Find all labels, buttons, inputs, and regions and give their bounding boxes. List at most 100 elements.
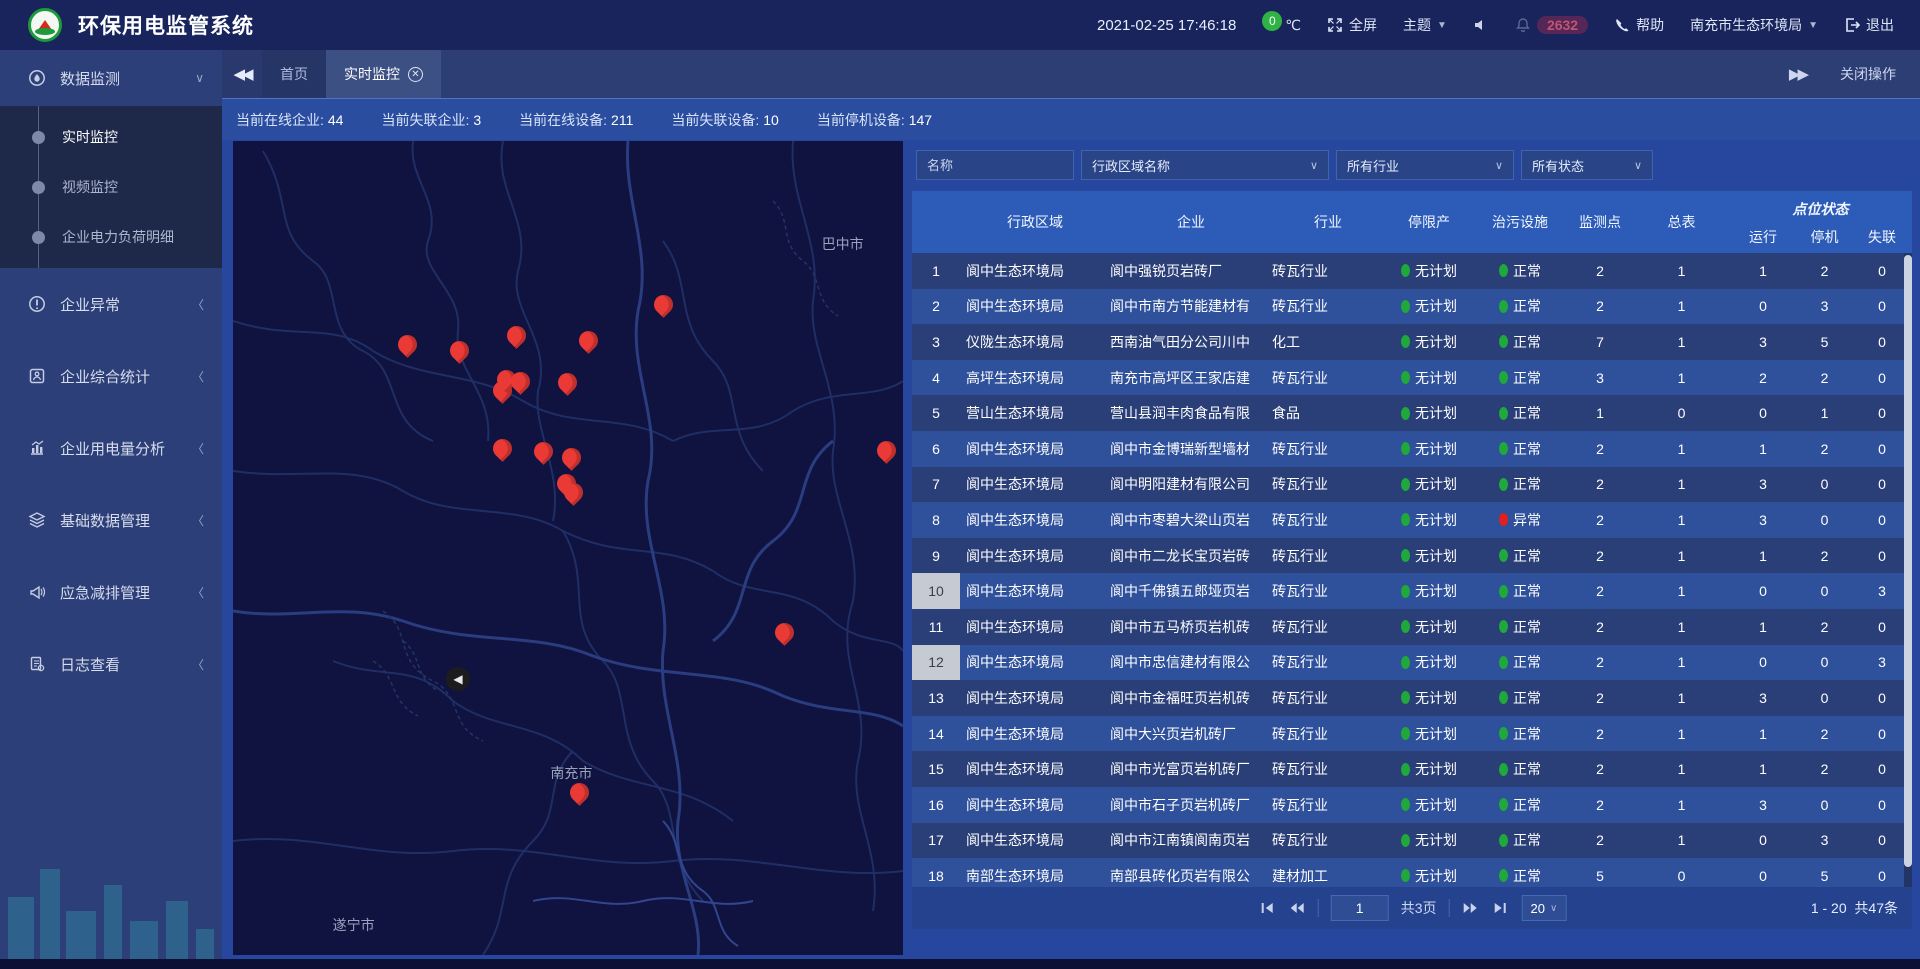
table-row[interactable]: 1阆中生态环境局阆中强锐页岩砖厂砖瓦行业无计划正常21120 bbox=[912, 253, 1912, 289]
chevron-left-icon: 〈 bbox=[192, 296, 204, 313]
table-rows: 1阆中生态环境局阆中强锐页岩砖厂砖瓦行业无计划正常211202阆中生态环境局阆中… bbox=[912, 253, 1912, 887]
sidebar-section-基础数据管理[interactable]: 基础数据管理〈 bbox=[0, 484, 222, 556]
power-analysis-icon bbox=[28, 439, 46, 457]
pagination-bar: 共3页 20∨ 1 - 20 共47条 bbox=[912, 887, 1912, 929]
sidebar-item-企业电力负荷明细[interactable]: 企业电力负荷明细 bbox=[0, 212, 222, 262]
table-row[interactable]: 9阆中生态环境局阆中市二龙长宝页岩砖砖瓦行业无计划正常21120 bbox=[912, 538, 1912, 574]
company-stats-icon bbox=[28, 367, 46, 385]
sidebar-section-日志查看[interactable]: 日志查看〈 bbox=[0, 628, 222, 700]
table-row[interactable]: 13阆中生态环境局阆中市金福旺页岩机砖砖瓦行业无计划正常21300 bbox=[912, 680, 1912, 716]
close-tab-icon[interactable]: ✕ bbox=[408, 67, 423, 82]
status-dot-icon bbox=[1401, 478, 1410, 491]
table-row[interactable]: 15阆中生态环境局阆中市光富页岩机砖厂砖瓦行业无计划正常21120 bbox=[912, 751, 1912, 787]
main-content: 巴中市南充市遂宁市 ◀ 行政区域名称∨ 所有行业∨ 所有状态∨ 行政区域 企业 … bbox=[222, 140, 1920, 969]
status-dot-icon bbox=[1401, 620, 1410, 633]
page-number-input[interactable] bbox=[1331, 895, 1389, 921]
tabs-scroll-right-button[interactable]: ▶▶ bbox=[1789, 65, 1806, 83]
datetime: 2021-02-25 17:46:18 bbox=[1097, 17, 1236, 34]
status-dot-icon bbox=[1401, 763, 1410, 776]
table-row[interactable]: 17阆中生态环境局阆中市江南镇阆南页岩砖瓦行业无计划正常21030 bbox=[912, 823, 1912, 859]
status-dot-icon bbox=[1401, 798, 1410, 811]
sidebar: 数据监测∨ 实时监控视频监控企业电力负荷明细企业异常〈企业综合统计〈企业用电量分析… bbox=[0, 50, 222, 969]
record-range-label: 1 - 20 共47条 bbox=[1811, 898, 1898, 918]
col-facility: 治污设施 bbox=[1474, 191, 1566, 253]
status-dot-icon bbox=[1499, 264, 1508, 277]
chevron-down-icon: ▼ bbox=[1437, 20, 1447, 31]
table-row[interactable]: 5营山生态环境局营山县润丰肉食品有限食品无计划正常10010 bbox=[912, 395, 1912, 431]
status-dot-icon bbox=[1401, 513, 1410, 526]
stat-item: 当前停机设备:147 bbox=[817, 110, 932, 130]
table-row[interactable]: 6阆中生态环境局阆中市金博瑞新型墙材砖瓦行业无计划正常21120 bbox=[912, 431, 1912, 467]
sidebar-item-实时监控[interactable]: 实时监控 bbox=[0, 112, 222, 162]
table-row[interactable]: 16阆中生态环境局阆中市石子页岩机砖厂砖瓦行业无计划正常21300 bbox=[912, 787, 1912, 823]
page-size-select[interactable]: 20∨ bbox=[1522, 895, 1567, 921]
status-dot-icon bbox=[1499, 585, 1508, 598]
table-row[interactable]: 12阆中生态环境局阆中市忠信建材有限公砖瓦行业无计划正常21003 bbox=[912, 645, 1912, 681]
total-pages-label: 共3页 bbox=[1401, 898, 1437, 918]
emergency-icon bbox=[28, 583, 46, 601]
app-header: 环保用电监管系统 2021-02-25 17:46:18 0 ℃ 全屏 主题▼ … bbox=[0, 0, 1920, 50]
name-filter-input[interactable] bbox=[916, 150, 1074, 180]
fullscreen-button[interactable]: 全屏 bbox=[1327, 15, 1377, 35]
region-filter-select[interactable]: 行政区域名称∨ bbox=[1081, 150, 1329, 180]
col-lost: 失联 bbox=[1852, 227, 1912, 247]
chevron-left-icon: 〈 bbox=[192, 584, 204, 601]
sidebar-item-视频监控[interactable]: 视频监控 bbox=[0, 162, 222, 212]
sidebar-section-数据监测[interactable]: 数据监测∨ bbox=[0, 50, 222, 106]
prev-page-button[interactable] bbox=[1288, 899, 1306, 917]
table-row[interactable]: 7阆中生态环境局阆中明阳建材有限公司砖瓦行业无计划正常21300 bbox=[912, 467, 1912, 503]
app-logo-icon bbox=[28, 8, 62, 42]
chevron-down-icon: ∨ bbox=[1495, 159, 1503, 172]
map-city-label: 巴中市 bbox=[822, 234, 864, 254]
tabs-scroll-left-button[interactable]: ◀◀ bbox=[222, 50, 262, 98]
logout-button[interactable]: 退出 bbox=[1844, 15, 1894, 35]
table-row[interactable]: 3仪陇生态环境局西南油气田分公司川中化工无计划正常71350 bbox=[912, 324, 1912, 360]
table-row[interactable]: 14阆中生态环境局阆中大兴页岩机砖厂砖瓦行业无计划正常21120 bbox=[912, 716, 1912, 752]
table-row[interactable]: 10阆中生态环境局阆中千佛镇五郎垭页岩砖瓦行业无计划正常21003 bbox=[912, 573, 1912, 609]
chevron-left-icon: 〈 bbox=[192, 440, 204, 457]
first-page-button[interactable] bbox=[1258, 899, 1276, 917]
status-dot-icon bbox=[1401, 656, 1410, 669]
stats-bar: 当前在线企业:44当前失联企业:3当前在线设备:211当前失联设备:10当前停机… bbox=[222, 98, 1920, 140]
right-panel: 行政区域名称∨ 所有行业∨ 所有状态∨ 行政区域 企业 行业 停限产 治污设施 … bbox=[912, 141, 1912, 969]
status-dot-icon bbox=[1401, 407, 1410, 420]
help-button[interactable]: 帮助 bbox=[1614, 15, 1664, 35]
prev-page-icon bbox=[1289, 901, 1305, 915]
mute-button[interactable] bbox=[1473, 17, 1489, 33]
status-dot-icon bbox=[1499, 691, 1508, 704]
close-operations-button[interactable]: 关闭操作 bbox=[1840, 64, 1896, 84]
fullscreen-icon bbox=[1327, 17, 1343, 33]
bell-icon bbox=[1515, 17, 1531, 33]
table-row[interactable]: 2阆中生态环境局阆中市南方节能建材有砖瓦行业无计划正常21030 bbox=[912, 289, 1912, 325]
next-page-button[interactable] bbox=[1462, 899, 1480, 917]
status-dot-icon bbox=[1499, 763, 1508, 776]
org-dropdown[interactable]: 南充市生态环境局▼ bbox=[1690, 15, 1818, 35]
tab-home[interactable]: 首页 bbox=[262, 50, 326, 98]
chevron-left-icon: 〈 bbox=[192, 656, 204, 673]
status-dot-icon bbox=[1499, 834, 1508, 847]
industry-filter-select[interactable]: 所有行业∨ bbox=[1336, 150, 1514, 180]
status-dot-icon bbox=[1401, 335, 1410, 348]
col-region: 行政区域 bbox=[960, 191, 1110, 253]
table-row[interactable]: 8阆中生态环境局阆中市枣碧大梁山页岩砖瓦行业无计划异常21300 bbox=[912, 502, 1912, 538]
sidebar-menu: 数据监测∨ 实时监控视频监控企业电力负荷明细企业异常〈企业综合统计〈企业用电量分析… bbox=[0, 50, 222, 700]
sidebar-section-企业用电量分析[interactable]: 企业用电量分析〈 bbox=[0, 412, 222, 484]
tab-realtime-monitor[interactable]: 实时监控 ✕ bbox=[326, 50, 441, 98]
phone-icon bbox=[1614, 17, 1630, 33]
notifications[interactable]: 2632 bbox=[1515, 16, 1588, 34]
map-panel[interactable]: 巴中市南充市遂宁市 bbox=[233, 141, 903, 955]
col-run: 运行 bbox=[1729, 227, 1797, 247]
last-page-button[interactable] bbox=[1492, 899, 1510, 917]
theme-dropdown[interactable]: 主题▼ bbox=[1403, 15, 1447, 35]
bullet-dot-icon bbox=[32, 181, 45, 194]
bullet-dot-icon bbox=[32, 231, 45, 244]
table-row[interactable]: 18南部生态环境局南部县砖化页岩有限公建材加工无计划正常50050 bbox=[912, 858, 1912, 887]
status-filter-select[interactable]: 所有状态∨ bbox=[1521, 150, 1653, 180]
table-row[interactable]: 11阆中生态环境局阆中市五马桥页岩机砖砖瓦行业无计划正常21120 bbox=[912, 609, 1912, 645]
table-row[interactable]: 4高坪生态环境局南充市高坪区王家店建砖瓦行业无计划正常31220 bbox=[912, 360, 1912, 396]
sidebar-section-应急减排管理[interactable]: 应急减排管理〈 bbox=[0, 556, 222, 628]
scrollbar-thumb[interactable] bbox=[1904, 255, 1912, 867]
sidebar-section-企业异常[interactable]: 企业异常〈 bbox=[0, 268, 222, 340]
sidebar-section-企业综合统计[interactable]: 企业综合统计〈 bbox=[0, 340, 222, 412]
collapse-map-button[interactable]: ◀ bbox=[446, 667, 470, 691]
